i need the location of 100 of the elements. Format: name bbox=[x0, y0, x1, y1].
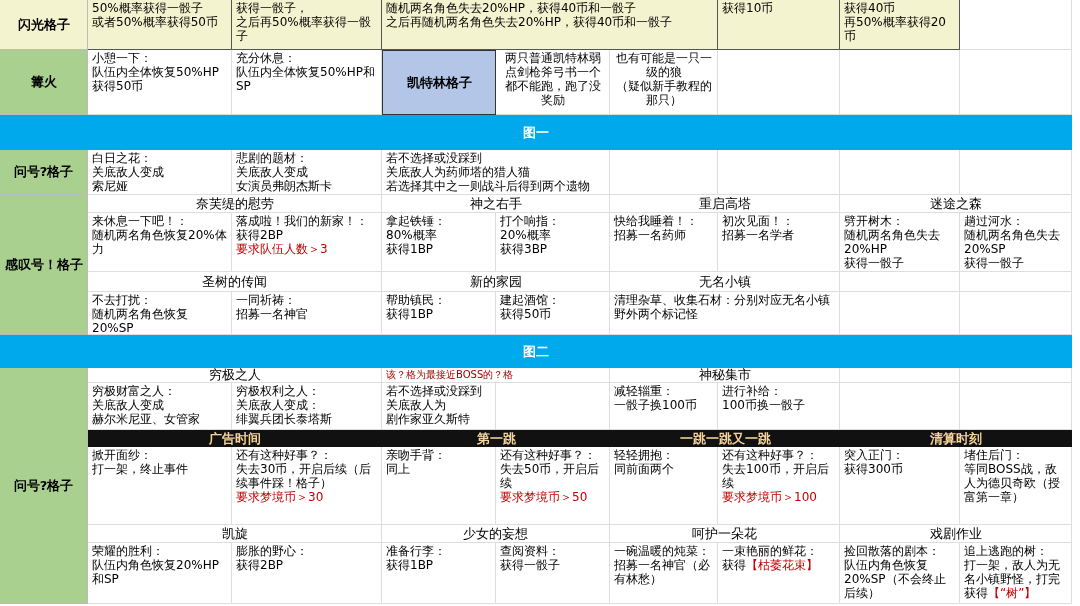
cell-text: 获得一骰子 bbox=[500, 558, 561, 572]
caption-note: 该？格为最接近BOSS的？格 bbox=[386, 369, 514, 381]
requirement-text: 要求梦境币＞100 bbox=[722, 490, 818, 504]
event-title: 戏剧作业 bbox=[840, 525, 1072, 543]
cell-text: 获得1BP bbox=[386, 242, 435, 256]
cell-text: 失去100币，开启后续 bbox=[722, 462, 830, 490]
cell-text: 也有可能是一只一级的狼 bbox=[614, 51, 713, 79]
cell-text: 快给我睡着！： bbox=[614, 214, 699, 228]
cell-text: 队伍内角色恢复20%HP和SP bbox=[92, 558, 220, 586]
cell-text: 获得300币 bbox=[844, 462, 904, 476]
cell-text: 穷极权利之人： bbox=[236, 384, 321, 398]
cell-text: 关底敌人变成 bbox=[236, 165, 309, 179]
cell-text: 绯翼兵团长泰塔斯 bbox=[236, 412, 333, 426]
cell-text: 突入正门： bbox=[844, 448, 905, 462]
cell-text: 失去30币，开启后续（后续事件踩！格子） bbox=[236, 462, 373, 490]
cell-text: 劈开树木： bbox=[844, 214, 905, 228]
cell-text: 同上 bbox=[386, 462, 411, 476]
cell-text: 剧作家亚久斯特 bbox=[386, 412, 471, 426]
section-banner: 图一 bbox=[0, 115, 1072, 150]
cell-text: 获得【枯萎花束】 bbox=[722, 558, 819, 572]
cell-text: 关底敌人变成 bbox=[92, 398, 165, 412]
cell-text: 关底敌人为药师塔的猎人猫 bbox=[386, 165, 531, 179]
cell-text: 还有这种好事？： bbox=[500, 448, 597, 462]
cell-text: 落成啦！我们的新家！： bbox=[236, 214, 369, 228]
cell-text: 获得2BP bbox=[236, 558, 285, 572]
cell-text: 掀开面纱： bbox=[92, 448, 153, 462]
cell-text: 来休息一下吧！： bbox=[92, 214, 189, 228]
cell-text: 关底敌人为 bbox=[386, 398, 447, 412]
row-label: 问号?格子 bbox=[0, 150, 88, 195]
event-title: 新的家园 bbox=[382, 272, 610, 292]
event-title: 神之右手 bbox=[382, 195, 610, 213]
event-title: 广告时间 bbox=[88, 430, 382, 447]
cell-text: 不去打扰： bbox=[92, 293, 153, 307]
cell-text: 膨胀的野心： bbox=[236, 544, 309, 558]
cell-text: 打一架，敌人为无名小镇野怪，打完获得【“树”】 bbox=[964, 558, 1061, 600]
cell-text: 获得10币 bbox=[722, 1, 775, 15]
cell-text: 亲吻手背： bbox=[386, 448, 447, 462]
cell-text: 80%概率 bbox=[386, 228, 438, 242]
event-title: 凯旋 bbox=[88, 525, 382, 543]
cell-text: 还有这种好事？： bbox=[236, 448, 333, 462]
row-label: 闪光格子 bbox=[0, 0, 88, 50]
event-title: 少女的妄想 bbox=[382, 525, 610, 543]
cell-text: 20%概率 bbox=[500, 228, 552, 242]
requirement-text: 要求梦境币＞30 bbox=[236, 490, 325, 504]
cell-text: 准备行李： bbox=[386, 544, 447, 558]
row-label: 篝火 bbox=[0, 50, 88, 115]
cell-text: 打一架，终止事件 bbox=[92, 462, 189, 476]
cell-text: 小憩一下： bbox=[92, 51, 153, 65]
event-title: 圣树的传闻 bbox=[88, 272, 382, 292]
cell-text: 失去50币，开启后续 bbox=[500, 462, 601, 490]
row-label: 感叹号！格子 bbox=[0, 195, 88, 335]
cell-text: 拿起铁锤： bbox=[386, 214, 447, 228]
cell-text: 再50%概率获得20币 bbox=[844, 15, 947, 43]
cell-text: 清理杂草、收集石材：分别对应无名小镇野外两个标记怪 bbox=[614, 293, 831, 321]
cell-text: 获得40币 bbox=[844, 1, 897, 15]
cell-text: 两只普通凯特林弱点剑枪斧弓书一个都不能跑，跑了没奖励 bbox=[503, 51, 602, 107]
cell-text: 堵住后门： bbox=[964, 448, 1025, 462]
cell-text: 轻轻拥抱： bbox=[614, 448, 675, 462]
cell-text: 查阅资料： bbox=[500, 544, 561, 558]
event-title: 重启高塔 bbox=[610, 195, 840, 213]
cell-text: 若不选择或没踩到 bbox=[386, 384, 483, 398]
cell-text: 招募一名神官 bbox=[236, 307, 309, 321]
cell-text: 趟过河水： bbox=[964, 214, 1025, 228]
cell-text: 之后再50%概率获得一骰子 bbox=[236, 15, 372, 43]
event-title: 穷极之人 bbox=[88, 368, 382, 383]
cell-text: 一骰子换100币 bbox=[614, 398, 698, 412]
cell-text: 随机两名角色失去20%HP bbox=[844, 228, 941, 256]
cell-text: 一碗温暖的炖菜： bbox=[614, 544, 711, 558]
requirement-text: 要求梦境币＞50 bbox=[500, 490, 589, 504]
cell-text: 100币换一骰子 bbox=[722, 398, 806, 412]
cell-text: 帮助镇民： bbox=[386, 293, 447, 307]
cell-text: 白日之花： bbox=[92, 151, 153, 165]
cell-text: 招募一名神官（必有林愁） bbox=[614, 558, 711, 586]
event-title: 第一跳 bbox=[382, 430, 610, 447]
cell-text: 随机两名角色失去20%HP，获得40币和一骰子 bbox=[386, 1, 638, 15]
cell-text: 还有这种好事？： bbox=[722, 448, 819, 462]
cell-text: 关底敌人变成： bbox=[236, 398, 321, 412]
event-title: 一跳一跳又一跳 bbox=[610, 430, 840, 447]
cell-text: 获得一骰子 bbox=[844, 256, 905, 270]
cell-text: 之后再随机两名角色失去20%HP，获得40币和一骰子 bbox=[386, 15, 674, 29]
cell-text: 随机两名角色恢复20%SP bbox=[92, 307, 189, 334]
cell-text: 悲剧的题材： bbox=[236, 151, 309, 165]
cell-text: 获得3BP bbox=[500, 242, 549, 256]
cell-text: 追上逃跑的树： bbox=[964, 544, 1049, 558]
cell-text: 队伍内角色恢复20%SP（不会终止后续） bbox=[844, 558, 947, 600]
cell-text: 随机两名角色恢复20%体力 bbox=[92, 228, 227, 256]
cell-text: 获得1BP bbox=[386, 307, 435, 321]
row-label: 问号?格子 bbox=[0, 368, 88, 604]
event-title: 呵护一朵花 bbox=[610, 525, 840, 543]
requirement-text: 要求队伍人数＞3 bbox=[236, 242, 329, 256]
cell-text: 一同祈祷： bbox=[236, 293, 297, 307]
cell-text: 女演员弗朗杰斯卡 bbox=[236, 179, 333, 193]
cell-text: 一束艳丽的鲜花： bbox=[722, 544, 819, 558]
cell-text: 进行补给： bbox=[722, 384, 783, 398]
cell-text: 若不选择或没踩到 bbox=[386, 151, 483, 165]
cell-text: 或者50%概率获得50币 bbox=[92, 15, 219, 29]
cell-text: 若选择其中之一则战斗后得到两个遗物 bbox=[386, 179, 591, 193]
cell-text: 50%概率获得一骰子 bbox=[92, 1, 204, 15]
cell-text: 获得一骰子， bbox=[236, 1, 309, 15]
cell-text: 随机两名角色失去20%SP bbox=[964, 228, 1061, 256]
